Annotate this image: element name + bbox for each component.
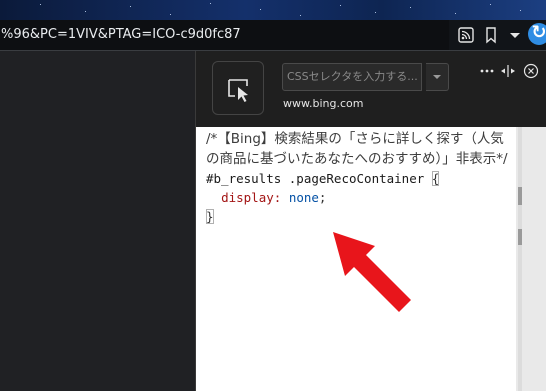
code-close-brace: }: [206, 209, 214, 224]
code-property: display:: [221, 190, 282, 205]
code-selector: #b_results .pageRecoContainer: [206, 171, 432, 186]
feed-icon[interactable]: [457, 26, 475, 44]
css-selector-input[interactable]: [283, 64, 423, 88]
site-domain: www.bing.com: [283, 97, 364, 110]
scroll-marker: [518, 187, 522, 205]
close-icon[interactable]: [523, 63, 539, 79]
page-content: [0, 51, 195, 391]
css-editor-panel: www.bing.com /*【Bing】検索結果の「さらに詳しく探す（人気の商…: [195, 51, 546, 391]
annotation-arrow-icon: [333, 232, 411, 312]
code-content: /*【Bing】検索結果の「さらに詳しく探す（人気の商品に基づいたあなたへのおす…: [206, 129, 511, 226]
selector-dropdown-button[interactable]: [426, 63, 449, 91]
resize-icon[interactable]: [500, 63, 516, 79]
element-picker-button[interactable]: [212, 61, 264, 115]
chevron-down-icon: [433, 75, 441, 79]
code-open-brace: {: [431, 171, 440, 186]
code-semicolon: ;: [318, 190, 327, 205]
code-value: none: [288, 190, 319, 205]
cursor-select-icon: [228, 79, 248, 102]
more-dots-icon[interactable]: [479, 63, 495, 79]
scroll-marker: [518, 229, 522, 245]
editor-scrollbar[interactable]: [518, 127, 522, 391]
browser-banner: [0, 0, 546, 20]
panel-header: www.bing.com: [196, 51, 546, 127]
address-bar-url[interactable]: %96&PC=1VIV&PTAG=ICO-c9d0fc87: [0, 20, 449, 50]
edge-profile-icon[interactable]: ↻: [528, 23, 546, 45]
css-selector-input-wrapper: [282, 63, 423, 91]
bookmark-icon[interactable]: [482, 26, 500, 44]
address-bar-row: %96&PC=1VIV&PTAG=ICO-c9d0fc87: [0, 20, 546, 50]
code-comment: /*【Bing】検索結果の「さらに詳しく探す（人気の商品に基づいたあなたへのおす…: [206, 131, 508, 167]
chevron-down-icon[interactable]: [506, 26, 524, 44]
